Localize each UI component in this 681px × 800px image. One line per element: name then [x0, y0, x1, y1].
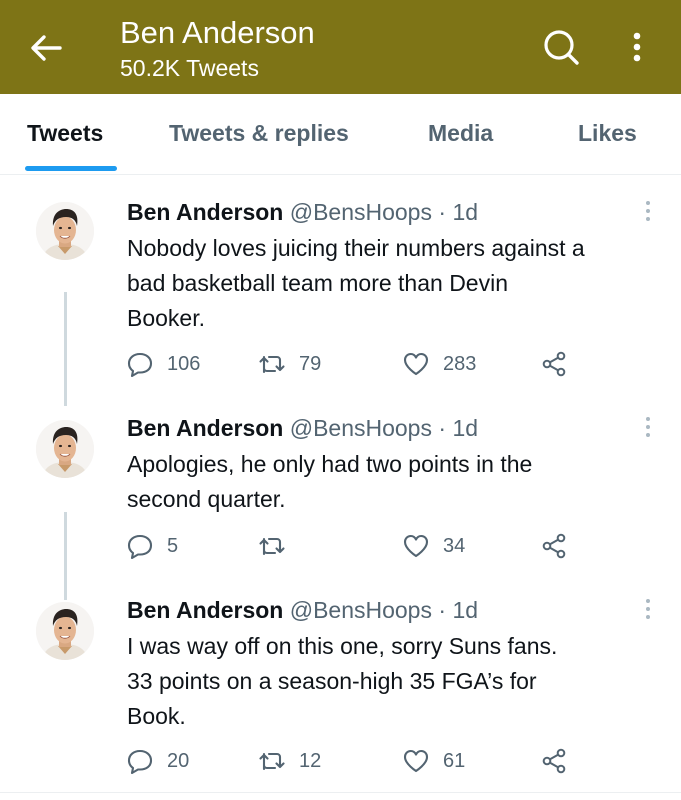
share-icon — [542, 748, 566, 774]
search-icon — [544, 30, 579, 65]
profile-tabs: Tweets Tweets & replies Media Likes — [0, 94, 681, 175]
heart-icon — [403, 749, 429, 773]
profile-photo — [36, 602, 94, 660]
retweet-button[interactable] — [259, 531, 299, 561]
tweet-actions: 106 79 283 — [127, 349, 627, 379]
share-button[interactable] — [541, 531, 567, 561]
divider — [0, 792, 681, 793]
retweet-count: 79 — [299, 352, 322, 375]
more-vertical-icon — [633, 32, 641, 62]
tweet-menu-button[interactable] — [638, 596, 658, 624]
tweet-text-line: 33 points on a season-high 35 FGA’s for — [127, 668, 537, 694]
separator: · — [438, 415, 447, 441]
more-options-button[interactable] — [622, 26, 652, 68]
tweet-text: I was way off on this one, sorry Suns fa… — [127, 629, 667, 734]
author-handle[interactable]: @BensHoops — [290, 597, 432, 623]
reply-button[interactable]: 5 — [127, 531, 178, 561]
reply-count: 5 — [167, 534, 179, 557]
tweet-text-line: Nobody loves juicing their numbers again… — [127, 235, 585, 261]
tweet-text-line: I was way off on this one, sorry Suns fa… — [127, 633, 558, 659]
back-arrow-icon — [31, 35, 62, 61]
retweet-icon — [259, 752, 285, 771]
author-handle[interactable]: @BensHoops — [290, 199, 432, 225]
share-icon — [542, 351, 566, 377]
tweet-time[interactable]: 1d — [452, 415, 478, 441]
header-title: Ben Anderson — [120, 15, 315, 50]
separator: · — [438, 199, 447, 225]
heart-icon — [403, 534, 429, 558]
back-button[interactable] — [26, 28, 66, 68]
more-vertical-icon — [646, 201, 650, 221]
tweet-text-line: bad basketball team more than Devin — [127, 270, 508, 296]
reply-count: 20 — [167, 749, 190, 772]
author-handle[interactable]: @BensHoops — [290, 415, 432, 441]
retweet-icon — [259, 355, 285, 374]
like-button[interactable]: 34 — [403, 531, 465, 561]
heart-icon — [403, 352, 429, 376]
tweet-text: Apologies, he only had two points in the… — [127, 447, 667, 517]
thread-connector — [64, 512, 67, 600]
avatar[interactable] — [36, 202, 94, 260]
tweet-actions: 5 34 — [127, 531, 627, 561]
tweet-time[interactable]: 1d — [452, 597, 478, 623]
author-name[interactable]: Ben Anderson — [127, 415, 283, 441]
tweet-text-line: Apologies, he only had two points in the — [127, 451, 533, 477]
tab-tweets-and-replies[interactable]: Tweets & replies — [169, 118, 349, 148]
reply-icon — [127, 352, 153, 377]
share-button[interactable] — [541, 746, 567, 776]
reply-count: 106 — [167, 352, 201, 375]
retweet-count: 12 — [299, 749, 322, 772]
profile-header: Ben Anderson 50.2K Tweets — [0, 0, 681, 94]
retweet-icon — [259, 537, 285, 556]
reply-button[interactable]: 106 — [127, 349, 200, 379]
share-icon — [542, 533, 566, 559]
like-count: 34 — [443, 534, 466, 557]
separator: · — [438, 597, 447, 623]
more-vertical-icon — [646, 599, 650, 619]
search-button[interactable] — [540, 26, 582, 68]
tweet-header: Ben Anderson @BensHoops · 1d — [127, 198, 478, 226]
like-button[interactable]: 61 — [403, 746, 465, 776]
reply-icon — [127, 534, 153, 559]
like-count: 61 — [443, 749, 466, 772]
reply-button[interactable]: 20 — [127, 746, 189, 776]
tweet-header: Ben Anderson @BensHoops · 1d — [127, 414, 478, 442]
tweet-header: Ben Anderson @BensHoops · 1d — [127, 596, 478, 624]
tweet-menu-button[interactable] — [638, 414, 658, 442]
retweet-button[interactable]: 12 — [259, 746, 321, 776]
tweet-text: Nobody loves juicing their numbers again… — [127, 231, 667, 336]
retweet-button[interactable]: 79 — [259, 349, 321, 379]
more-vertical-icon — [646, 417, 650, 437]
thread-connector — [64, 292, 67, 406]
avatar[interactable] — [36, 420, 94, 478]
tweet-text-line: Booker. — [127, 305, 205, 331]
tweet-count: 50.2K Tweets — [120, 55, 259, 81]
tweet-text-line: second quarter. — [127, 486, 286, 512]
profile-photo — [36, 420, 94, 478]
active-tab-indicator — [25, 166, 117, 171]
author-name[interactable]: Ben Anderson — [127, 199, 283, 225]
tweet-menu-button[interactable] — [638, 198, 658, 226]
tweet-text-line: Book. — [127, 703, 186, 729]
like-count: 283 — [443, 352, 477, 375]
author-name[interactable]: Ben Anderson — [127, 597, 283, 623]
tab-media[interactable]: Media — [428, 118, 493, 148]
share-button[interactable] — [541, 349, 567, 379]
reply-icon — [127, 749, 153, 774]
profile-photo — [36, 202, 94, 260]
avatar[interactable] — [36, 602, 94, 660]
tab-likes[interactable]: Likes — [578, 118, 637, 148]
tab-tweets[interactable]: Tweets — [27, 118, 103, 148]
tweet-actions: 20 12 61 — [127, 746, 627, 776]
like-button[interactable]: 283 — [403, 349, 476, 379]
tweet-time[interactable]: 1d — [452, 199, 478, 225]
